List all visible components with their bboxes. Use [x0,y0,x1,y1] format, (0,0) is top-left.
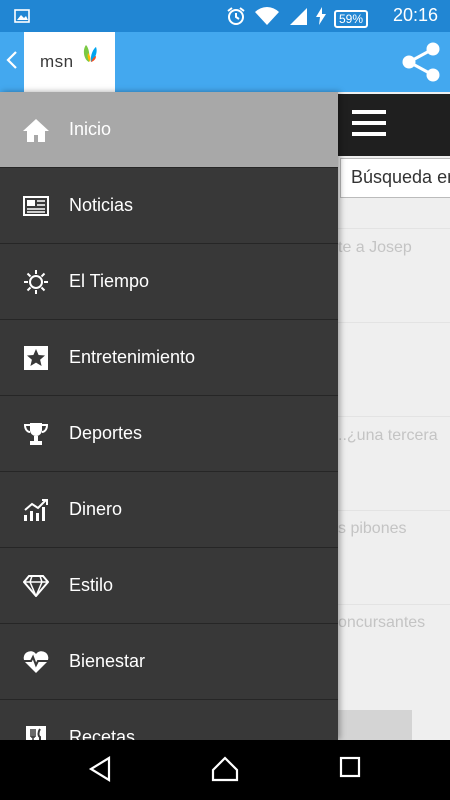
drawer-item-label: Bienestar [69,651,146,671]
divider [338,510,450,511]
back-chevron-icon[interactable] [6,50,18,76]
drawer-item-deportes[interactable]: Deportes [0,396,338,472]
navigation-drawer: Inicio Noticias El Tiempo Entretenimient… [0,92,338,740]
home-icon [22,116,50,144]
clock: 20:16 [392,5,438,25]
utensils-icon [22,724,50,740]
drawer-item-inicio[interactable]: Inicio [0,92,338,168]
menu-icon[interactable] [352,110,386,143]
alarm-icon [226,6,246,31]
status-bar: 59% 20:16 [0,0,450,32]
drawer-item-el-tiempo[interactable]: El Tiempo [0,244,338,320]
article-snippet[interactable]: oncursantes [338,614,450,632]
drawer-item-label: Inicio [69,119,112,139]
search-placeholder: Búsqueda en [351,167,450,187]
drawer-item-noticias[interactable]: Noticias [0,168,338,244]
drawer-item-label: Deportes [69,423,143,443]
chart-icon [22,496,50,524]
share-icon[interactable] [400,40,442,89]
wifi-icon [254,6,280,31]
drawer-item-label: Estilo [69,575,114,595]
back-icon[interactable] [88,756,112,787]
logo-text: msn [40,52,74,71]
star-icon [22,344,50,372]
drawer-item-label: Dinero [69,499,123,519]
content-header [338,94,450,156]
recents-icon[interactable] [339,756,361,783]
trophy-icon [22,420,50,448]
home-nav-icon[interactable] [211,756,239,787]
sun-icon [22,268,50,296]
drawer-item-estilo[interactable]: Estilo [0,548,338,624]
divider [338,228,450,229]
divider [338,322,450,323]
app-bar: msn [0,32,450,92]
article-snippet[interactable]: s pibones [338,520,450,538]
article-thumbnail[interactable] [338,710,412,740]
article-snippet[interactable]: te a Josep [338,239,450,257]
newspaper-icon [22,192,50,220]
diamond-icon [22,572,50,600]
drawer-item-label: El Tiempo [69,271,150,291]
charging-icon [315,7,326,30]
drawer-item-dinero[interactable]: Dinero [0,472,338,548]
drawer-item-entretenimiento[interactable]: Entretenimiento [0,320,338,396]
system-nav-bar [0,740,450,800]
image-icon [14,8,30,29]
divider [338,416,450,417]
drawer-item-bienestar[interactable]: Bienestar [0,624,338,700]
drawer-item-recetas[interactable]: Recetas [0,700,338,740]
divider [338,604,450,605]
drawer-item-label: Noticias [69,195,134,215]
article-snippet[interactable]: ..¿una tercera [338,427,450,445]
butterfly-icon [83,45,97,62]
drawer-item-label: Entretenimiento [69,347,196,367]
signal-icon [288,6,308,31]
drawer-item-label: Recetas [69,727,136,740]
search-input[interactable]: Búsqueda en [340,158,450,198]
heart-pulse-icon [22,648,50,676]
msn-logo[interactable]: msn [24,32,115,92]
battery-indicator: 59% [333,9,368,28]
